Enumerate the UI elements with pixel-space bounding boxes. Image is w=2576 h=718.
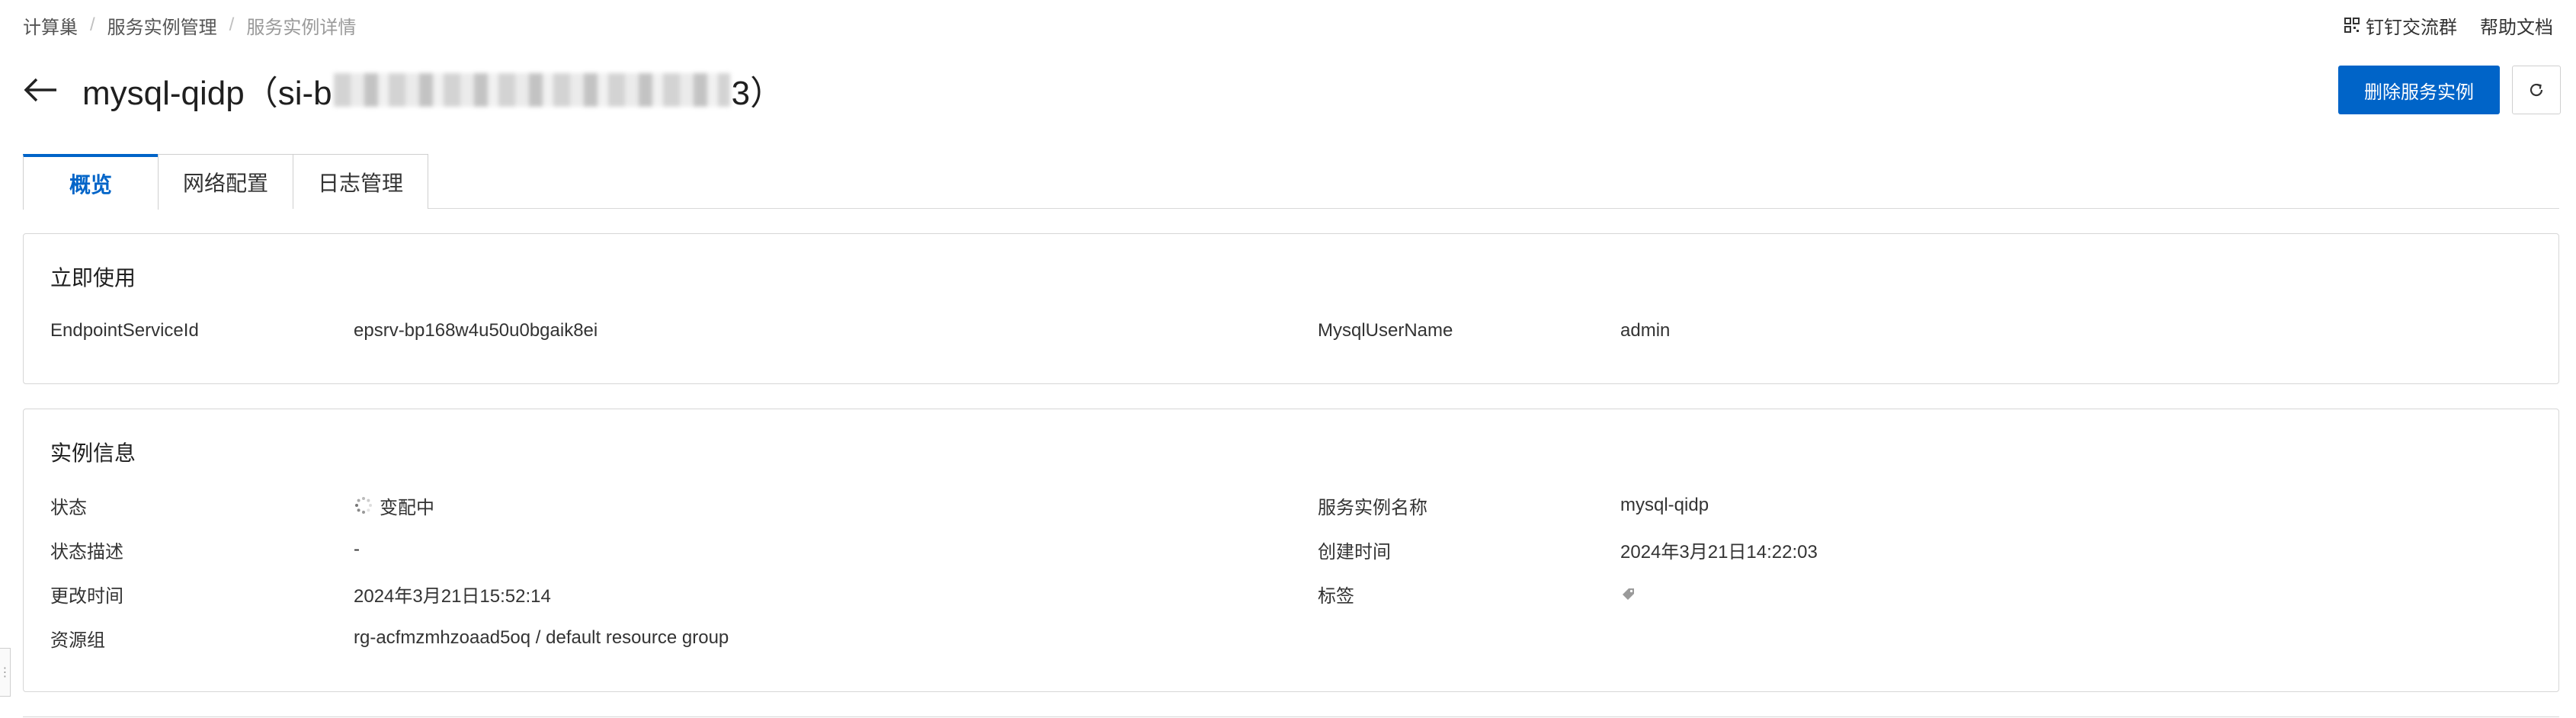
breadcrumb-item-compute-nest[interactable]: 计算巢 bbox=[23, 12, 78, 39]
info-row-status: 状态 变配中 服务实例名称 mysql-qidp bbox=[50, 490, 2532, 521]
instance-name-value: mysql-qidp bbox=[1620, 495, 1709, 515]
tab-overview[interactable]: 概览 bbox=[23, 154, 159, 210]
breadcrumb-item-instance-detail: 服务实例详情 bbox=[246, 17, 357, 38]
breadcrumb: 计算巢 / 服务实例管理 / 服务实例详情 bbox=[23, 12, 356, 39]
quick-use-card: 立即使用 EndpointServiceId epsrv-bp168w4u50u… bbox=[23, 233, 2559, 384]
breadcrumb-separator: / bbox=[90, 14, 95, 35]
created-time-value: 2024年3月21日14:22:03 bbox=[1620, 541, 1818, 563]
loading-spinner-icon bbox=[355, 497, 372, 514]
title-bar: mysql-qidp（si-b 3） 删除服务实例 bbox=[23, 63, 2561, 117]
title-actions: 删除服务实例 bbox=[2338, 66, 2561, 114]
endpoint-value: epsrv-bp168w4u50u0bgaik8ei bbox=[354, 320, 598, 341]
status-desc-label: 状态描述 bbox=[50, 541, 123, 563]
top-links: 钉钉交流群 帮助文档 bbox=[2321, 12, 2553, 39]
dingtalk-group-link[interactable]: 钉钉交流群 bbox=[2344, 12, 2457, 39]
tags-label: 标签 bbox=[1318, 585, 1354, 607]
status-label: 状态 bbox=[50, 497, 87, 518]
resource-group-value: rg-acfmzmhzoaad5oq / default resource gr… bbox=[354, 627, 729, 648]
info-row-resource-group: 资源组 rg-acfmzmhzoaad5oq / default resourc… bbox=[50, 623, 2532, 653]
endpoint-label: EndpointServiceId bbox=[50, 320, 199, 341]
mysql-user-value: admin bbox=[1620, 320, 1671, 341]
instance-info-title: 实例信息 bbox=[50, 441, 136, 465]
breadcrumb-item-instance-management[interactable]: 服务实例管理 bbox=[107, 12, 217, 39]
help-docs-label: 帮助文档 bbox=[2480, 17, 2553, 38]
mysql-user-label: MysqlUserName bbox=[1318, 320, 1453, 341]
page-title-prefix: mysql-qidp（si-b bbox=[82, 75, 332, 112]
quick-use-title: 立即使用 bbox=[50, 266, 136, 290]
qr-code-icon bbox=[2344, 18, 2360, 33]
page-title: mysql-qidp（si-b 3） bbox=[82, 66, 783, 114]
status-desc-value: - bbox=[354, 539, 360, 559]
updated-time-label: 更改时间 bbox=[50, 585, 123, 607]
tab-network-config[interactable]: 网络配置 bbox=[158, 154, 293, 209]
redacted-instance-id bbox=[333, 73, 730, 107]
bottom-divider bbox=[23, 716, 2559, 717]
info-row-updated: 更改时间 2024年3月21日15:52:14 标签 bbox=[50, 579, 2532, 609]
page-title-suffix: 3） bbox=[731, 75, 784, 112]
arrow-left-icon[interactable] bbox=[23, 75, 59, 105]
breadcrumb-separator: / bbox=[229, 14, 235, 35]
endpoint-row: EndpointServiceId epsrv-bp168w4u50u0bgai… bbox=[50, 316, 2532, 346]
instance-name-label: 服务实例名称 bbox=[1318, 497, 1427, 518]
updated-time-value: 2024年3月21日15:52:14 bbox=[354, 585, 551, 607]
top-bar: 计算巢 / 服务实例管理 / 服务实例详情 钉钉交流群 帮助文档 bbox=[23, 12, 2553, 38]
delete-instance-button[interactable]: 删除服务实例 bbox=[2338, 66, 2500, 114]
refresh-button[interactable] bbox=[2512, 66, 2561, 114]
tab-bar: 概览 网络配置 日志管理 bbox=[23, 154, 2559, 210]
status-value: 变配中 bbox=[354, 492, 434, 519]
dingtalk-group-label: 钉钉交流群 bbox=[2366, 17, 2457, 38]
resource-group-label: 资源组 bbox=[50, 630, 105, 651]
tab-log-management[interactable]: 日志管理 bbox=[293, 154, 428, 209]
help-docs-link[interactable]: 帮助文档 bbox=[2480, 12, 2553, 39]
refresh-icon bbox=[2530, 83, 2543, 97]
tag-edit-icon[interactable] bbox=[1620, 585, 1637, 602]
status-text: 变配中 bbox=[380, 497, 434, 518]
created-time-label: 创建时间 bbox=[1318, 541, 1391, 563]
info-row-description: 状态描述 - 创建时间 2024年3月21日14:22:03 bbox=[50, 534, 2532, 565]
tags-value bbox=[1620, 585, 1637, 602]
instance-info-card: 实例信息 状态 变配中 服务实例名称 mysql-qidp 状态描述 - 创建时… bbox=[23, 409, 2559, 692]
side-panel-handle[interactable]: ⋮ bbox=[0, 648, 11, 697]
